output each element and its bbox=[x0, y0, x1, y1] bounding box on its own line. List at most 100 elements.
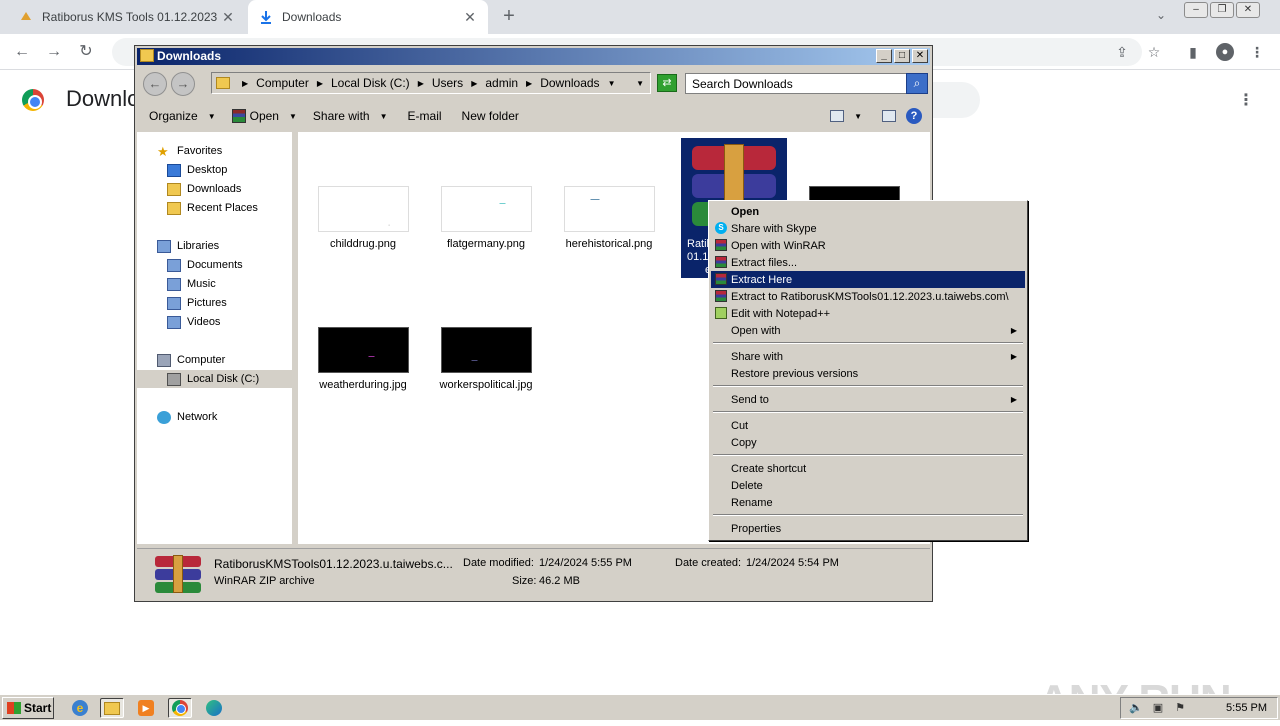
chevron-down-icon[interactable]: ▼ bbox=[608, 79, 616, 88]
chevron-down-icon: ▼ bbox=[207, 111, 216, 121]
reload-icon[interactable]: ↻ bbox=[76, 42, 96, 62]
file-item[interactable]: ▪ childdrug.png bbox=[313, 186, 413, 250]
search-input[interactable]: Search Downloads bbox=[685, 73, 907, 94]
menu-item-open[interactable]: Open bbox=[711, 203, 1025, 220]
flag-icon[interactable]: ⚑ bbox=[1173, 701, 1187, 715]
minimize-button[interactable]: – bbox=[1184, 2, 1208, 18]
menu-item-send-to[interactable]: Send to ▶ bbox=[711, 391, 1025, 408]
maximize-button[interactable]: □ bbox=[894, 49, 910, 63]
nav-item-downloads[interactable]: Downloads bbox=[167, 180, 241, 198]
tab-downloads[interactable]: Downloads ✕ bbox=[248, 0, 488, 34]
file-item[interactable]: ▬▬ flatgermany.png bbox=[436, 186, 536, 250]
view-options-icon[interactable] bbox=[830, 110, 845, 122]
file-item[interactable]: ▬▬▬ herehistorical.png bbox=[559, 186, 659, 250]
start-button[interactable]: Start bbox=[2, 697, 54, 719]
chevron-right-icon[interactable]: ▶ bbox=[418, 79, 424, 88]
breadcrumb[interactable]: ▶ Computer ▶ Local Disk (C:) ▶ Users ▶ admi… bbox=[211, 72, 651, 94]
preview-pane-icon[interactable] bbox=[882, 110, 896, 122]
menu-item-create-shortcut[interactable]: Create shortcut bbox=[711, 460, 1025, 477]
menu-item-open-with-winrar[interactable]: Open with WinRAR bbox=[711, 237, 1025, 254]
new-folder-button[interactable]: New folder bbox=[456, 102, 525, 130]
chevron-right-icon[interactable]: ▶ bbox=[471, 79, 477, 88]
menu-item-properties[interactable]: Properties bbox=[711, 520, 1025, 537]
explorer-titlebar[interactable]: Downloads _ □ ✕ bbox=[137, 48, 930, 65]
nav-item-music[interactable]: Music bbox=[167, 275, 216, 293]
menu-item-rename[interactable]: Rename bbox=[711, 494, 1025, 511]
restore-button[interactable]: ❐ bbox=[1210, 2, 1234, 18]
chevron-down-icon[interactable]: ▼ bbox=[636, 79, 644, 88]
menu-item-share-with[interactable]: Share with ▶ bbox=[711, 348, 1025, 365]
nav-item-network[interactable]: Network bbox=[157, 408, 217, 426]
menu-item-extract-to[interactable]: Extract to RatiborusKMSTools01.12.2023.u… bbox=[711, 288, 1025, 305]
nav-item-pictures[interactable]: Pictures bbox=[167, 294, 227, 312]
forward-icon[interactable]: → bbox=[44, 42, 64, 62]
file-item[interactable]: ▬▬ workerspolitical.jpg bbox=[436, 327, 536, 391]
downloads-search-field[interactable] bbox=[930, 82, 980, 118]
menu-item-share-with-skype[interactable]: S Share with Skype bbox=[711, 220, 1025, 237]
chevron-right-icon[interactable]: ▶ bbox=[526, 79, 532, 88]
volume-icon[interactable]: 🔈 bbox=[1129, 701, 1143, 715]
taskbar-media-player[interactable]: ▶ bbox=[134, 698, 158, 718]
nav-item-videos[interactable]: Videos bbox=[167, 313, 220, 331]
menu-item-extract-files[interactable]: Extract files... bbox=[711, 254, 1025, 271]
organize-button[interactable]: Organize ▼ bbox=[143, 102, 222, 130]
close-button[interactable]: ✕ bbox=[1236, 2, 1260, 18]
image-thumbnail: ▬▬ bbox=[440, 327, 532, 373]
side-panel-icon[interactable]: ▮ bbox=[1184, 43, 1202, 61]
bookmark-star-icon[interactable]: ☆ bbox=[1145, 43, 1163, 61]
breadcrumb-item[interactable]: Computer ▶ bbox=[256, 76, 331, 90]
close-icon[interactable]: ✕ bbox=[220, 9, 236, 26]
back-icon[interactable]: ← bbox=[12, 42, 32, 62]
size-label: Size: bbox=[512, 575, 537, 587]
nav-item-desktop[interactable]: Desktop bbox=[167, 161, 227, 179]
close-icon[interactable]: ✕ bbox=[462, 9, 478, 26]
documents-icon bbox=[167, 258, 181, 272]
email-button[interactable]: E-mail bbox=[402, 102, 448, 130]
tab-ratiborus[interactable]: Ratiborus KMS Tools 01.12.2023 | Br ✕ bbox=[8, 0, 246, 34]
nav-item-local-disk[interactable]: Local Disk (C:) bbox=[137, 370, 294, 388]
menu-item-delete[interactable]: Delete bbox=[711, 477, 1025, 494]
taskbar-edge[interactable] bbox=[202, 698, 226, 718]
breadcrumb-item[interactable]: Users ▶ bbox=[432, 76, 486, 90]
menu-item-copy[interactable]: Copy bbox=[711, 434, 1025, 451]
chevron-right-icon[interactable]: ▶ bbox=[317, 79, 323, 88]
more-menu-icon[interactable]: ⋮ bbox=[1238, 90, 1254, 110]
taskbar-ie[interactable]: e bbox=[68, 698, 92, 718]
menu-item-restore-previous[interactable]: Restore previous versions bbox=[711, 365, 1025, 382]
close-button[interactable]: ✕ bbox=[912, 49, 928, 63]
nav-item-recent-places[interactable]: Recent Places bbox=[167, 199, 258, 217]
new-tab-button[interactable]: + bbox=[498, 6, 520, 28]
menu-item-cut[interactable]: Cut bbox=[711, 417, 1025, 434]
profile-avatar-icon[interactable]: ● bbox=[1216, 43, 1234, 61]
breadcrumb-item[interactable]: Downloads ▼ bbox=[540, 76, 623, 90]
menu-item-open-with[interactable]: Open with ▶ bbox=[711, 322, 1025, 339]
search-icon[interactable]: ⌕ bbox=[906, 73, 928, 94]
chevron-right-icon[interactable]: ▶ bbox=[242, 79, 248, 88]
taskbar-explorer[interactable] bbox=[100, 698, 124, 718]
folder-icon bbox=[140, 49, 154, 62]
breadcrumb-item[interactable]: Local Disk (C:) ▶ bbox=[331, 76, 432, 90]
nav-item-favorites[interactable]: ★ Favorites bbox=[157, 142, 222, 160]
refresh-icon[interactable]: ⇄ bbox=[657, 74, 677, 92]
breadcrumb-item[interactable]: admin ▶ bbox=[485, 76, 540, 90]
back-icon[interactable]: ← bbox=[143, 72, 167, 96]
chevron-down-icon[interactable]: ⌄ bbox=[1152, 8, 1170, 26]
menu-item-edit-notepadpp[interactable]: Edit with Notepad++ bbox=[711, 305, 1025, 322]
windows-logo-icon bbox=[7, 702, 21, 714]
menu-icon[interactable]: ⋮ bbox=[1248, 43, 1266, 61]
help-icon[interactable]: ? bbox=[906, 108, 922, 124]
nav-item-computer[interactable]: Computer bbox=[157, 351, 225, 369]
taskbar-chrome[interactable] bbox=[168, 698, 192, 718]
nav-item-documents[interactable]: Documents bbox=[167, 256, 243, 274]
open-button[interactable]: Open ▼ bbox=[226, 102, 303, 130]
nav-item-libraries[interactable]: Libraries bbox=[157, 237, 219, 255]
menu-item-extract-here[interactable]: Extract Here bbox=[711, 271, 1025, 288]
forward-icon[interactable]: → bbox=[171, 72, 195, 96]
file-item[interactable]: ▬▬ weatherduring.jpg bbox=[313, 327, 413, 391]
share-icon[interactable]: ⇪ bbox=[1113, 43, 1131, 61]
network-icon[interactable]: ▣ bbox=[1151, 701, 1165, 715]
chevron-down-icon[interactable]: ▼ bbox=[854, 112, 862, 121]
clock[interactable]: 5:55 PM bbox=[1226, 702, 1267, 714]
minimize-button[interactable]: _ bbox=[876, 49, 892, 63]
share-with-button[interactable]: Share with ▼ bbox=[307, 102, 394, 130]
